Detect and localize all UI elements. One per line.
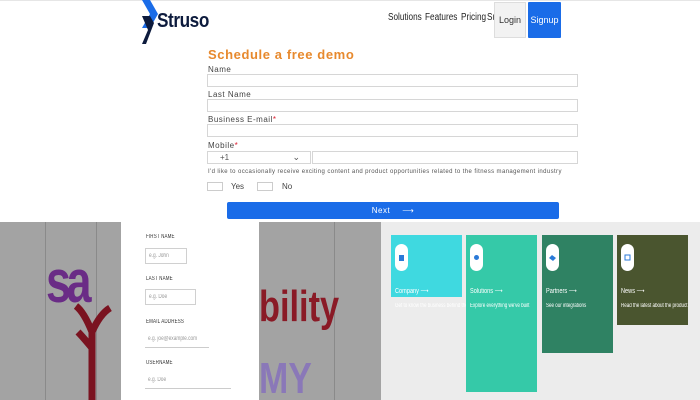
signup-form: FIRST NAME e.g. John LAST NAME e.g. Doe … — [121, 222, 259, 400]
bottom-strip: sa FIRST NAME e.g. John LAST NAME e.g. D… — [0, 222, 700, 400]
card-title: Company ⟶ — [395, 288, 429, 295]
card-description: Explore everything we've built — [470, 303, 530, 309]
email-address-input[interactable]: e.g. joe@example.com — [145, 332, 209, 348]
username-label: USERNAME — [146, 360, 173, 366]
arrow-right-icon: ⟶ — [402, 206, 415, 215]
no-checkbox[interactable] — [257, 182, 273, 191]
handshake-icon — [546, 244, 559, 271]
email-input[interactable] — [207, 124, 578, 137]
country-code-value: +1 — [220, 153, 230, 162]
last-name-placeholder: e.g. Doe — [149, 294, 168, 300]
card-description: See our integrations — [546, 303, 587, 309]
first-name-label: FIRST NAME — [146, 234, 175, 240]
art-text-right: bility — [259, 282, 340, 331]
signup-button[interactable]: Signup — [528, 2, 561, 38]
login-button[interactable]: Login — [494, 2, 526, 38]
email-label: Business E-mail* — [208, 115, 276, 124]
email-address-label: EMAIL ADDRESS — [146, 319, 185, 325]
card-title: Partners ⟶ — [546, 288, 577, 295]
building-icon — [395, 244, 408, 271]
newspaper-icon — [621, 244, 634, 271]
last-name-label: LAST NAME — [146, 276, 173, 282]
nav-pricing[interactable]: Pricing — [461, 12, 486, 28]
demo-page: Struso Solutions Features Pricing Suppor… — [0, 0, 700, 222]
logo-text: Struso — [157, 10, 209, 32]
cards-section: Company ⟶ Get to know the business behin… — [381, 222, 700, 400]
first-name-placeholder: e.g. John — [149, 253, 169, 259]
tree-icon — [74, 303, 112, 400]
username-input[interactable]: e.g. Doe — [145, 373, 231, 389]
name-label: Name — [208, 65, 232, 74]
last-name-label: Last Name — [208, 90, 252, 99]
next-button[interactable]: Next ⟶ — [227, 202, 559, 219]
card-description: Read the latest about the product — [621, 303, 688, 309]
mobile-label: Mobile* — [208, 141, 238, 150]
nav-solutions[interactable]: Solutions — [388, 12, 422, 28]
card-title: News ⟶ — [621, 288, 645, 295]
card-news[interactable]: News ⟶ Read the latest about the product — [617, 235, 688, 325]
card-partners[interactable]: Partners ⟶ See our integrations — [542, 235, 613, 353]
no-label: No — [282, 182, 293, 191]
art-text-right-2: MY — [259, 354, 312, 400]
chevron-down-icon: ⌄ — [292, 152, 300, 162]
mobile-label-text: Mobile — [208, 141, 235, 150]
yes-label: Yes — [231, 182, 245, 191]
name-input[interactable] — [207, 74, 578, 87]
nav-features[interactable]: Features — [425, 12, 457, 28]
required-mark: * — [234, 141, 239, 150]
yes-checkbox[interactable] — [207, 182, 223, 191]
email-placeholder: e.g. joe@example.com — [148, 336, 198, 342]
username-placeholder: e.g. Doe — [148, 377, 167, 383]
mobile-input[interactable] — [312, 151, 578, 164]
email-label-text: Business E-mail — [208, 115, 273, 124]
card-company[interactable]: Company ⟶ Get to know the business behin… — [391, 235, 485, 309]
right-art-panel: bility MY — [259, 222, 381, 400]
country-code-select[interactable]: +1 ⌄ — [207, 151, 311, 164]
form-title: Schedule a free demo — [208, 47, 355, 62]
card-title: Solutions ⟶ — [470, 288, 503, 295]
left-art-panel: sa — [0, 222, 121, 400]
next-label: Next — [371, 206, 391, 215]
last-name-input[interactable] — [207, 99, 578, 112]
first-name-input[interactable]: e.g. John — [145, 248, 187, 264]
required-mark: * — [272, 115, 277, 124]
gear-icon — [470, 244, 483, 271]
last-name-input[interactable]: e.g. Doe — [145, 289, 196, 305]
card-solutions[interactable]: Solutions ⟶ Explore everything we've bui… — [466, 235, 537, 392]
consent-text: I'd like to occasionally receive excitin… — [208, 169, 562, 175]
logo[interactable]: Struso — [140, 0, 209, 44]
header-divider — [0, 0, 700, 1]
